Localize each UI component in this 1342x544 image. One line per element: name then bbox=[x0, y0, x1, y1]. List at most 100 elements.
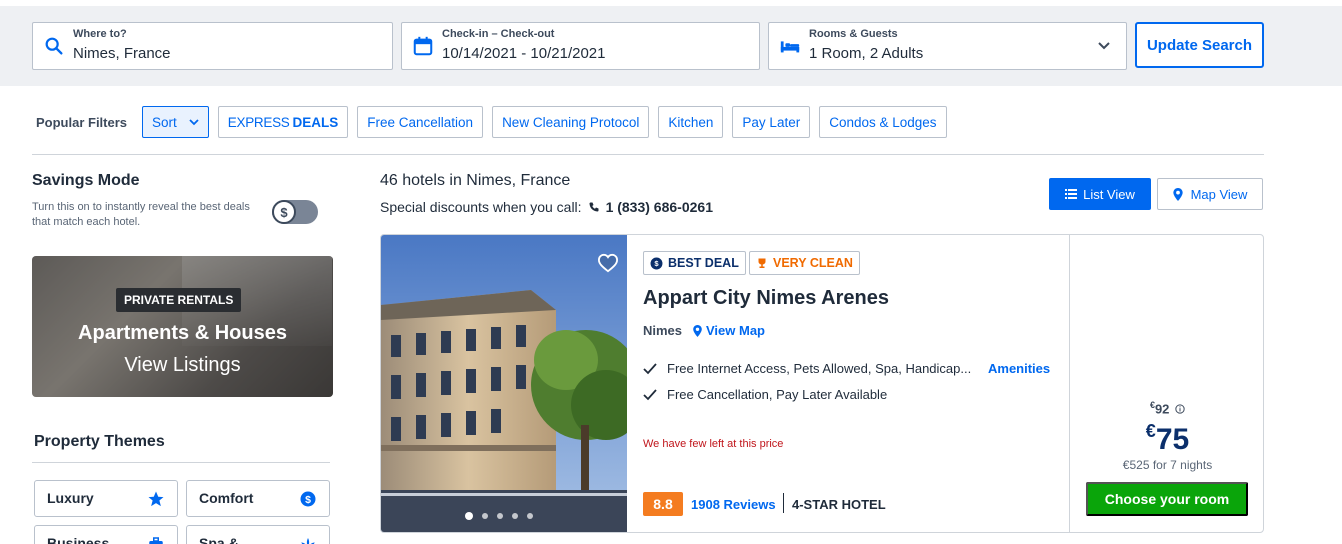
hotel-card[interactable]: $ BEST DEAL VERY CLEAN Appart City Nimes… bbox=[380, 234, 1264, 533]
dollar-coin-icon: $ bbox=[650, 257, 663, 269]
phone-number-link[interactable]: 1 (833) 686-0261 bbox=[606, 199, 713, 215]
list-icon bbox=[1065, 189, 1078, 199]
total-price: €525 for 7 nights bbox=[1122, 458, 1213, 472]
chevron-down-icon bbox=[189, 119, 199, 126]
themes-divider bbox=[32, 462, 330, 463]
filter-pay-later[interactable]: Pay Later bbox=[732, 106, 811, 138]
lotus-icon bbox=[301, 538, 315, 544]
star-icon bbox=[148, 491, 164, 507]
savings-mode-toggle[interactable]: $ bbox=[272, 200, 318, 224]
original-price: €92 bbox=[1070, 400, 1263, 417]
chevron-down-icon[interactable] bbox=[1098, 41, 1110, 51]
express-label: EXPRESS bbox=[227, 114, 290, 130]
view-map-link[interactable]: View Map bbox=[693, 323, 765, 338]
scarcity-message: We have few left at this price bbox=[643, 438, 784, 450]
info-icon[interactable] bbox=[1175, 404, 1185, 414]
property-themes-title: Property Themes bbox=[34, 433, 165, 450]
dates-field[interactable]: Check-in – Check-out 10/14/2021 - 10/21/… bbox=[401, 22, 760, 70]
private-rentals-banner[interactable]: PRIVATE RENTALS Apartments & Houses View… bbox=[32, 256, 333, 397]
list-view-label: List View bbox=[1083, 186, 1135, 202]
filter-free-cancellation[interactable]: Free Cancellation bbox=[357, 106, 484, 138]
filters-divider bbox=[32, 154, 1264, 155]
map-view-button[interactable]: Map View bbox=[1157, 178, 1263, 210]
view-map-label: View Map bbox=[706, 323, 766, 338]
map-pin-icon bbox=[693, 324, 702, 337]
map-pin-icon bbox=[1172, 187, 1183, 201]
view-listings-link[interactable]: View Listings bbox=[32, 354, 333, 377]
express-deals-chip[interactable]: EXPRESS DEALS bbox=[217, 106, 349, 138]
deals-label: DEALS bbox=[292, 114, 339, 130]
price-column: €92 €75 €525 for 7 nights Choose your ro… bbox=[1069, 235, 1263, 532]
hotel-name[interactable]: Appart City Nimes Arenes bbox=[643, 287, 889, 310]
carousel-dot[interactable] bbox=[497, 513, 503, 519]
amenities-row: Free Internet Access, Pets Allowed, Spa,… bbox=[643, 361, 971, 376]
very-clean-badge: VERY CLEAN bbox=[749, 251, 860, 275]
dates-value[interactable]: 10/14/2021 - 10/21/2021 bbox=[442, 45, 605, 62]
theme-label: Business bbox=[47, 535, 110, 544]
choose-room-button[interactable]: Choose your room bbox=[1086, 482, 1248, 516]
rooms-guests-field[interactable]: Rooms & Guests 1 Room, 2 Adults bbox=[768, 22, 1127, 70]
theme-comfort[interactable]: Comfort $ bbox=[186, 480, 330, 517]
rating-score: 8.8 bbox=[643, 492, 683, 516]
destination-label: Where to? bbox=[73, 28, 127, 40]
star-rating: 4-STAR HOTEL bbox=[792, 497, 886, 512]
theme-business[interactable]: Business bbox=[34, 525, 178, 544]
filter-kitchen[interactable]: Kitchen bbox=[658, 106, 724, 138]
policies-text: Free Cancellation, Pay Later Available bbox=[667, 387, 888, 402]
best-deal-badge: $ BEST DEAL bbox=[643, 251, 746, 275]
destination-field[interactable]: Where to? Nimes, France bbox=[32, 22, 393, 70]
call-discount-text: Special discounts when you call: bbox=[380, 199, 582, 215]
theme-luxury[interactable]: Luxury bbox=[34, 480, 178, 517]
hotel-photo[interactable] bbox=[381, 235, 627, 532]
heart-icon[interactable] bbox=[597, 253, 619, 273]
list-view-button[interactable]: List View bbox=[1049, 178, 1151, 210]
theme-label: Spa & bbox=[199, 535, 239, 544]
phone-icon bbox=[589, 202, 599, 212]
update-search-button[interactable]: Update Search bbox=[1135, 22, 1264, 68]
filter-condos-lodges[interactable]: Condos & Lodges bbox=[819, 106, 947, 138]
reviews-link[interactable]: 1908 Reviews bbox=[691, 497, 776, 512]
checkmark-icon bbox=[643, 362, 657, 374]
savings-mode-description: Turn this on to instantly reveal the bes… bbox=[32, 201, 250, 228]
filter-new-cleaning-protocol[interactable]: New Cleaning Protocol bbox=[492, 106, 650, 138]
savings-mode-title: Savings Mode bbox=[32, 172, 140, 189]
currency-symbol: € bbox=[1145, 421, 1156, 441]
photo-carousel-dots[interactable] bbox=[465, 512, 533, 520]
theme-label: Comfort bbox=[199, 490, 254, 506]
current-price: €75 bbox=[1070, 421, 1263, 457]
call-discount: Special discounts when you call: 1 (833)… bbox=[380, 199, 713, 215]
destination-value[interactable]: Nimes, France bbox=[73, 45, 171, 62]
dates-label: Check-in – Check-out bbox=[442, 28, 555, 40]
carousel-dot[interactable] bbox=[512, 513, 518, 519]
sort-label: Sort bbox=[152, 114, 177, 130]
hotel-building-image bbox=[381, 235, 627, 532]
rooms-label: Rooms & Guests bbox=[809, 28, 898, 40]
results-count: 46 hotels in Nimes, France bbox=[380, 172, 571, 189]
checkmark-icon bbox=[643, 388, 657, 400]
policies-row: Free Cancellation, Pay Later Available bbox=[643, 387, 887, 402]
briefcase-icon bbox=[149, 537, 163, 544]
original-price-value: 92 bbox=[1154, 401, 1170, 417]
search-bar: Where to? Nimes, France Check-in – Check… bbox=[0, 6, 1342, 86]
popular-filters: Popular Filters Sort EXPRESS DEALS Free … bbox=[36, 106, 956, 138]
hotel-city: Nimes bbox=[643, 323, 683, 338]
calendar-icon bbox=[413, 36, 433, 56]
rentals-title: Apartments & Houses bbox=[78, 322, 287, 344]
rooms-value[interactable]: 1 Room, 2 Adults bbox=[809, 45, 923, 62]
popular-filters-title: Popular Filters bbox=[36, 114, 128, 130]
best-deal-label: BEST DEAL bbox=[668, 256, 739, 270]
dollar-icon: $ bbox=[272, 200, 296, 224]
amenities-link[interactable]: Amenities bbox=[988, 361, 1050, 376]
current-price-value: 75 bbox=[1155, 423, 1190, 456]
sort-dropdown[interactable]: Sort bbox=[142, 106, 209, 138]
bed-icon bbox=[780, 41, 800, 53]
amenities-text: Free Internet Access, Pets Allowed, Spa,… bbox=[667, 361, 972, 376]
carousel-dot[interactable] bbox=[482, 513, 488, 519]
theme-label: Luxury bbox=[47, 490, 94, 506]
carousel-dot[interactable] bbox=[527, 513, 533, 519]
carousel-dot[interactable] bbox=[465, 512, 473, 520]
theme-spa[interactable]: Spa & bbox=[186, 525, 330, 544]
rating-separator bbox=[783, 493, 784, 513]
clean-trophy-icon bbox=[758, 258, 766, 268]
private-rentals-badge: PRIVATE RENTALS bbox=[116, 288, 242, 312]
